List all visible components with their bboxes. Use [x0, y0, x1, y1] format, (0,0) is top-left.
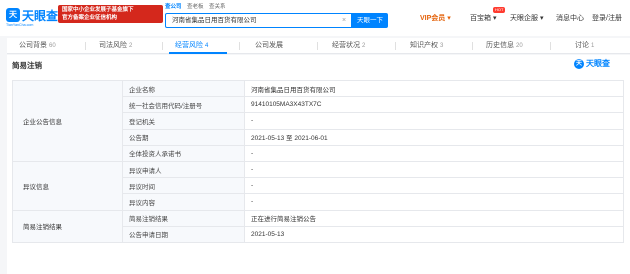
field-value: 正在进行简易注销公告 [244, 209, 624, 227]
tab-judicial-risk[interactable]: 司法风险 2 [99, 38, 132, 54]
table-row: 异议信息 异议申请人 - [12, 160, 624, 211]
group-label-objection: 异议信息 [12, 160, 123, 211]
tab-label: 知识产权 [410, 42, 438, 49]
field-label: 全体投资人承诺书 [122, 144, 245, 162]
tab-history-info[interactable]: 历史信息 20 [486, 38, 523, 54]
search-button[interactable]: 天眼一下 [352, 13, 388, 28]
tab-label: 公司背景 [19, 42, 47, 49]
search-tab-company[interactable]: 查公司 [165, 3, 182, 12]
field-label: 异议时间 [122, 177, 245, 195]
logo-icon: 天 [6, 8, 20, 22]
tab-label: 历史信息 [486, 42, 514, 49]
tab-company-background[interactable]: 公司背景 60 [19, 38, 56, 54]
field-label: 简易注销结果 [122, 209, 245, 227]
field-label: 登记机关 [122, 112, 245, 130]
promo-line-2: 官方备案企业征信机构 [62, 15, 118, 21]
tab-divider [395, 42, 396, 50]
field-label: 公告期 [122, 128, 245, 146]
tab-label: 讨论 [575, 42, 589, 49]
company-section-tabs: 公司背景 60 司法风险 2 经营风险 4 公司发展 经营状况 2 知识产权 3 历史信息… [7, 38, 630, 54]
search-tab-relation[interactable]: 查关系 [209, 3, 226, 12]
tab-divider [550, 42, 551, 50]
logo-subtext: TianYanCha.com [6, 23, 34, 27]
field-value: - [244, 160, 624, 179]
site-logo[interactable]: 天 天眼查 TianYanCha.com [6, 6, 58, 30]
table-row: 企业公告信息 企业名称 河南省集品日用百货有限公司 [12, 79, 624, 162]
tab-divider [317, 42, 318, 50]
group-label-announcement: 企业公告信息 [12, 80, 123, 162]
search-input-value: 河南省集品日用百货有限公司 [172, 17, 257, 24]
field-value: 91410105MA3X43TX7C [244, 96, 624, 114]
clear-icon[interactable]: × [342, 14, 346, 27]
nav-message-center[interactable]: 消息中心 [556, 14, 584, 24]
simple-deregistration-panel: 简易注销 天 天眼查 企业公告信息 企业名称 河南省集品日用百货有限公司 统一社… [7, 55, 630, 274]
field-value: 2021-05-13 [244, 225, 624, 243]
tab-discussion[interactable]: 讨论 1 [575, 38, 594, 54]
search-input[interactable]: 河南省集品日用百货有限公司 × [165, 13, 352, 28]
tab-business-status[interactable]: 经营状况 2 [332, 38, 365, 54]
field-label: 异议内容 [122, 193, 245, 211]
tab-divider [85, 42, 86, 50]
promo-banner[interactable]: 国家中小企业发展子基金旗下 官方备案企业征信机构 [58, 5, 163, 23]
tab-count: 1 [591, 43, 595, 49]
tab-divider [472, 42, 473, 50]
tab-count: 60 [49, 43, 56, 49]
field-label: 统一社会信用代码/注册号 [122, 96, 245, 114]
field-value: - [244, 112, 624, 130]
tab-count: 2 [129, 43, 133, 49]
tab-divider [239, 42, 240, 50]
brand-watermark: 天 天眼查 [574, 58, 624, 70]
tab-label: 经营风险 [175, 42, 203, 49]
field-label: 企业名称 [122, 79, 245, 98]
logo-text: 天眼查 [22, 9, 59, 23]
promo-line-1: 国家中小企业发展子基金旗下 [62, 7, 134, 13]
field-value: 2021-05-13 至 2021-06-01 [244, 128, 624, 146]
field-value: - [244, 193, 624, 211]
tab-label: 经营状况 [332, 42, 360, 49]
tab-count: 2 [362, 43, 366, 49]
hot-badge: HOT [493, 7, 506, 13]
brand-logo-icon: 天 [574, 59, 584, 69]
field-label: 公告申请日期 [122, 225, 245, 243]
tab-intellectual-property[interactable]: 知识产权 3 [410, 38, 443, 54]
field-label: 异议申请人 [122, 160, 245, 179]
field-value: - [244, 177, 624, 195]
field-value: 河南省集品日用百货有限公司 [244, 79, 624, 98]
tab-label: 司法风险 [99, 42, 127, 49]
nav-login-register[interactable]: 登录/注册 [592, 14, 622, 24]
top-header: 天 天眼查 TianYanCha.com 国家中小企业发展子基金旗下 官方备案企… [0, 0, 630, 36]
active-tab-indicator [169, 52, 227, 54]
nav-vip-menu[interactable]: VIP会员 ▾ [420, 14, 451, 24]
group-label-result: 简易注销结果 [12, 209, 123, 243]
tab-count: 3 [440, 43, 444, 49]
deregistration-table: 企业公告信息 企业名称 河南省集品日用百货有限公司 统一社会信用代码/注册号 9… [12, 79, 624, 243]
search-tab-boss[interactable]: 查老板 [187, 3, 204, 12]
table-row: 简易注销结果 简易注销结果 正在进行简易注销公告 [12, 209, 624, 243]
section-title: 简易注销 [12, 61, 42, 70]
field-value: - [244, 144, 624, 162]
tab-count: 20 [516, 43, 523, 49]
nav-toolbox-menu[interactable]: 百宝箱 ▾ [470, 14, 496, 24]
tab-label: 公司发展 [255, 42, 283, 49]
tab-company-development[interactable]: 公司发展 [255, 38, 285, 54]
nav-enterprise-service-menu[interactable]: 天眼企服 ▾ [510, 14, 543, 24]
tab-count: 4 [205, 43, 209, 49]
tab-divider [162, 42, 163, 50]
brand-text: 天眼查 [586, 59, 610, 68]
